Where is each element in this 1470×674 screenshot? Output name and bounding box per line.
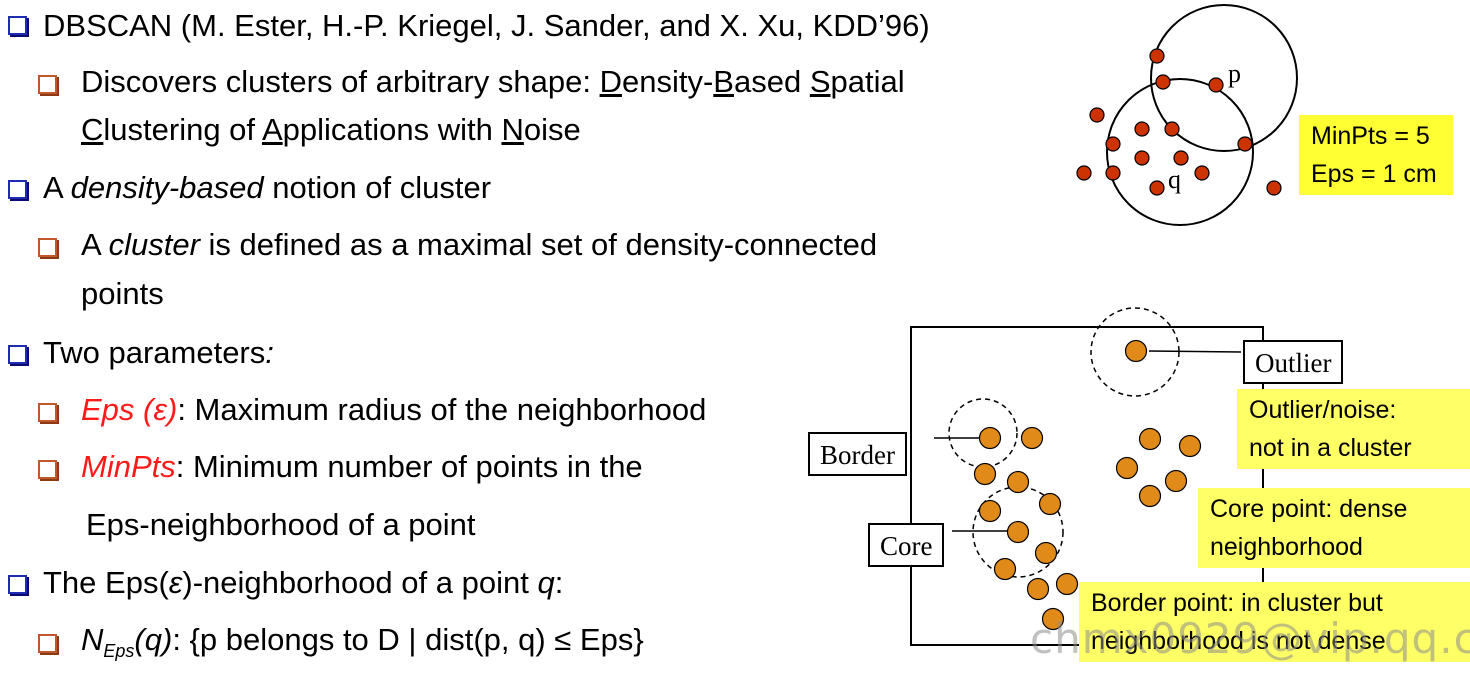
data-point bbox=[1034, 541, 1058, 565]
eps-value: Eps = 1 cm bbox=[1311, 160, 1437, 188]
data-point bbox=[1208, 77, 1224, 93]
data-point bbox=[1076, 165, 1092, 181]
data-point bbox=[1134, 150, 1150, 166]
data-point bbox=[1038, 492, 1062, 516]
data-point bbox=[1138, 484, 1162, 508]
data-point bbox=[1006, 520, 1030, 544]
data-point bbox=[1041, 607, 1065, 631]
data-point bbox=[993, 557, 1017, 581]
data-point bbox=[1164, 121, 1180, 137]
data-point bbox=[1149, 180, 1165, 196]
core-label: Core bbox=[868, 523, 945, 567]
data-point bbox=[978, 426, 1002, 450]
note-line: not in a cluster bbox=[1249, 434, 1412, 462]
data-point bbox=[1124, 339, 1148, 363]
border-note: Border point: in cluster but neighborhoo… bbox=[1079, 582, 1470, 662]
note-line: Core point: dense bbox=[1210, 495, 1408, 523]
data-point bbox=[1134, 121, 1150, 137]
note-line: neighborhood bbox=[1210, 533, 1363, 561]
data-point bbox=[1194, 165, 1210, 181]
data-point bbox=[1178, 434, 1202, 458]
note-line: neighborhood is not dense bbox=[1091, 627, 1386, 655]
data-point bbox=[1026, 577, 1050, 601]
note-line: Border point: in cluster but bbox=[1091, 589, 1383, 617]
outlier-label: Outlier bbox=[1243, 340, 1344, 384]
data-point bbox=[1237, 136, 1253, 152]
minpts-value: MinPts = 5 bbox=[1311, 122, 1430, 150]
params-note: MinPts = 5 Eps = 1 cm bbox=[1299, 115, 1453, 195]
data-point bbox=[978, 499, 1002, 523]
point-label-p: p bbox=[1228, 59, 1241, 88]
data-point bbox=[973, 462, 997, 486]
data-point bbox=[1006, 470, 1030, 494]
data-point bbox=[1164, 469, 1188, 493]
outlier-leader-line bbox=[1148, 350, 1242, 353]
data-point bbox=[1266, 180, 1282, 196]
outlier-note: Outlier/noise: not in a cluster bbox=[1237, 389, 1470, 469]
data-point bbox=[1020, 426, 1044, 450]
note-line: Outlier/noise: bbox=[1249, 396, 1397, 424]
data-point bbox=[1055, 572, 1079, 596]
data-point bbox=[1089, 107, 1105, 123]
point-label-q: q bbox=[1168, 165, 1181, 194]
data-point bbox=[1105, 136, 1121, 152]
data-point bbox=[1155, 74, 1171, 90]
data-point bbox=[1115, 456, 1139, 480]
data-point bbox=[1149, 48, 1165, 64]
diagram-pq: p q bbox=[910, 4, 1298, 646]
core-note: Core point: dense neighborhood bbox=[1198, 488, 1470, 568]
data-point bbox=[1138, 427, 1162, 451]
border-label: Border bbox=[808, 432, 907, 476]
data-point bbox=[1105, 165, 1121, 181]
data-point bbox=[1173, 150, 1189, 166]
